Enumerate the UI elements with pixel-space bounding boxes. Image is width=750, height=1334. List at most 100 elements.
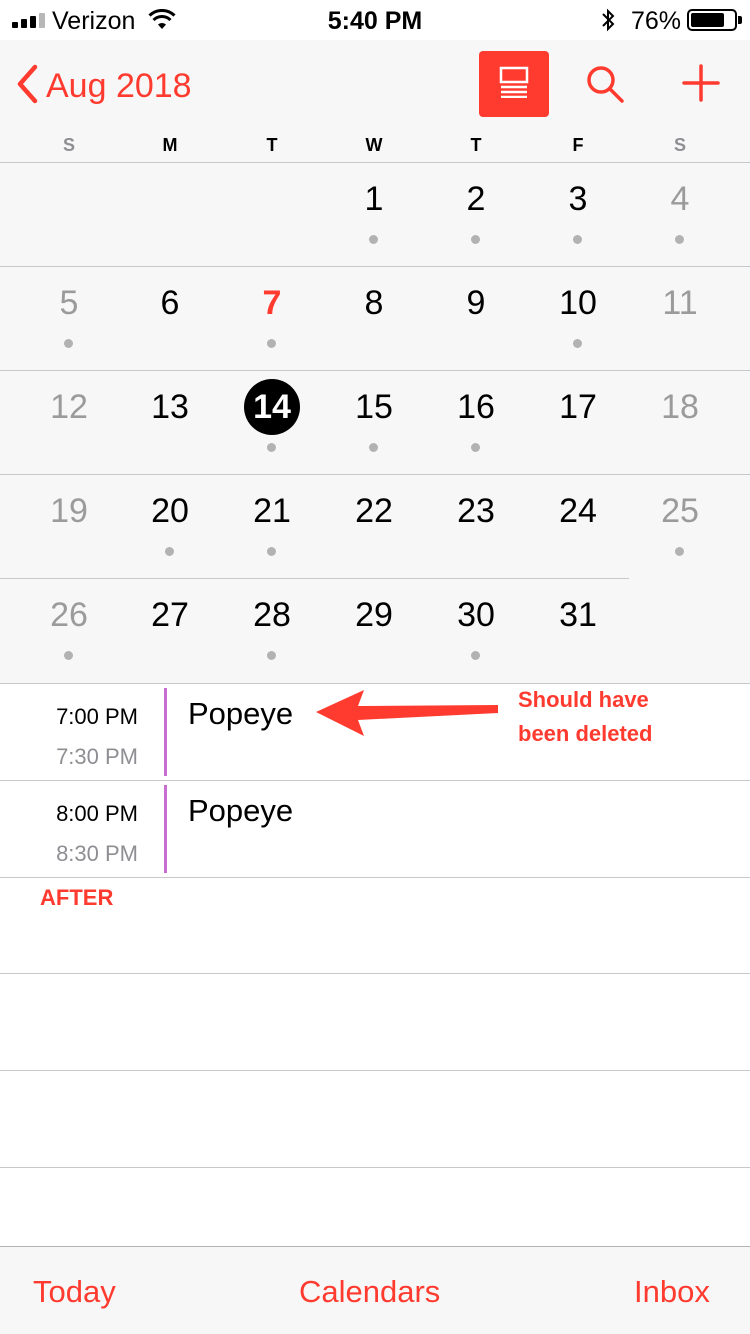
day-cell[interactable]: 19 [18, 475, 120, 579]
day-number: 11 [662, 284, 698, 322]
day-number: 26 [50, 596, 88, 634]
status-bar: Verizon 5:40 PM 76% [0, 0, 750, 40]
event-row[interactable]: 8:00 PM 8:30 PM Popeye [0, 780, 750, 877]
day-cell[interactable]: 17 [527, 371, 629, 475]
weekday-label: S [673, 135, 686, 155]
day-number: 9 [466, 284, 486, 322]
day-number: 19 [50, 492, 88, 530]
day-cell[interactable]: 4 [629, 163, 731, 267]
day-cell[interactable]: 29 [323, 579, 425, 683]
event-indicator-dot [675, 547, 684, 556]
day-cell[interactable]: 18 [629, 371, 731, 475]
battery-icon [687, 9, 742, 31]
tab-bar: Today Calendars Inbox [0, 1246, 750, 1334]
back-label: Aug 2018 [46, 67, 192, 105]
search-button[interactable] [585, 64, 625, 109]
event-title: Popeye [188, 696, 294, 731]
day-number: 4 [670, 180, 690, 218]
day-cell[interactable]: 24 [527, 475, 629, 579]
bluetooth-icon [600, 8, 616, 37]
week-row: 1 2 3 4 [0, 163, 750, 267]
day-number: 28 [253, 596, 291, 634]
after-label: AFTER [40, 885, 114, 910]
day-number: 14 [253, 388, 291, 426]
day-number: 1 [364, 180, 384, 218]
day-number: 27 [151, 596, 189, 634]
event-indicator-dot [369, 235, 378, 244]
event-title: Popeye [188, 793, 294, 828]
day-cell[interactable]: 1 [323, 163, 425, 267]
day-cell[interactable]: 31 [527, 579, 629, 683]
empty-day-cell [119, 163, 221, 267]
day-number: 30 [457, 596, 495, 634]
day-number: 2 [466, 180, 486, 218]
battery-percent: 76% [631, 7, 682, 35]
day-cell[interactable]: 13 [119, 371, 221, 475]
day-cell[interactable]: 5 [18, 267, 120, 371]
day-cell[interactable]: 20 [119, 475, 221, 579]
day-cell[interactable]: 2 [425, 163, 527, 267]
day-number: 5 [59, 284, 79, 322]
day-number: 18 [661, 388, 699, 426]
event-indicator-dot [267, 547, 276, 556]
day-number: 3 [568, 180, 588, 218]
list-divider [0, 877, 750, 878]
empty-day-cell [629, 579, 731, 683]
search-icon [585, 66, 625, 108]
add-event-button[interactable] [682, 64, 720, 107]
calendars-button[interactable]: Calendars [299, 1274, 440, 1310]
day-cell[interactable]: 28 [221, 579, 323, 683]
event-indicator-dot [369, 443, 378, 452]
day-number: 23 [457, 492, 495, 530]
day-cell[interactable]: 16 [425, 371, 527, 475]
list-divider [0, 973, 750, 974]
calendar-color-bar [164, 785, 167, 873]
event-indicator-dot [267, 443, 276, 452]
event-indicator-dot [573, 235, 582, 244]
day-number: 31 [559, 596, 597, 634]
day-cell[interactable]: 14 [221, 371, 323, 475]
day-number: 25 [661, 492, 699, 530]
day-cell[interactable]: 26 [18, 579, 120, 683]
day-number: 12 [50, 388, 88, 426]
event-start-time: 8:00 PM [56, 801, 138, 826]
day-cell[interactable]: 23 [425, 475, 527, 579]
day-cell[interactable]: 21 [221, 475, 323, 579]
back-to-month-button[interactable]: Aug 2018 [16, 64, 192, 109]
today-button[interactable]: Today [33, 1274, 116, 1310]
day-cell[interactable]: 12 [18, 371, 120, 475]
day-cell[interactable]: 7 [221, 267, 323, 371]
list-view-icon [499, 66, 529, 103]
week-row: 12 13 14 15 16 17 18 [0, 371, 750, 475]
day-cell[interactable]: 27 [119, 579, 221, 683]
day-cell[interactable]: 22 [323, 475, 425, 579]
chevron-left-icon [16, 64, 38, 109]
day-cell[interactable]: 25 [629, 475, 731, 579]
event-indicator-dot [471, 443, 480, 452]
day-cell[interactable]: 11 [629, 267, 731, 371]
event-indicator-dot [471, 651, 480, 660]
day-cell[interactable]: 9 [425, 267, 527, 371]
day-cell[interactable]: 6 [119, 267, 221, 371]
list-view-toggle-button[interactable] [479, 51, 549, 117]
day-cell[interactable]: 30 [425, 579, 527, 683]
event-indicator-dot [267, 339, 276, 348]
day-number: 10 [559, 284, 597, 322]
weekday-header: SMTWTFS [0, 130, 750, 163]
inbox-button[interactable]: Inbox [634, 1274, 710, 1310]
day-cell[interactable]: 15 [323, 371, 425, 475]
calendar-color-bar [164, 688, 167, 776]
day-number: 22 [355, 492, 393, 530]
day-cell[interactable]: 10 [527, 267, 629, 371]
day-cell[interactable]: 3 [527, 163, 629, 267]
day-number: 17 [559, 388, 597, 426]
month-grid: 1 2 3 4 5 6 7 8 9 10 11 12 13 14 15 16 17 18 19 20 21 22 23 24 2… [0, 163, 750, 683]
day-number: 7 [262, 284, 282, 322]
event-start-time: 7:00 PM [56, 704, 138, 729]
event-indicator-dot [267, 651, 276, 660]
day-cell[interactable]: 8 [323, 267, 425, 371]
plus-icon [682, 64, 720, 106]
day-number: 6 [160, 284, 180, 322]
navigation-bar: Aug 2018 [0, 40, 750, 130]
annotation-arrow [312, 686, 502, 743]
